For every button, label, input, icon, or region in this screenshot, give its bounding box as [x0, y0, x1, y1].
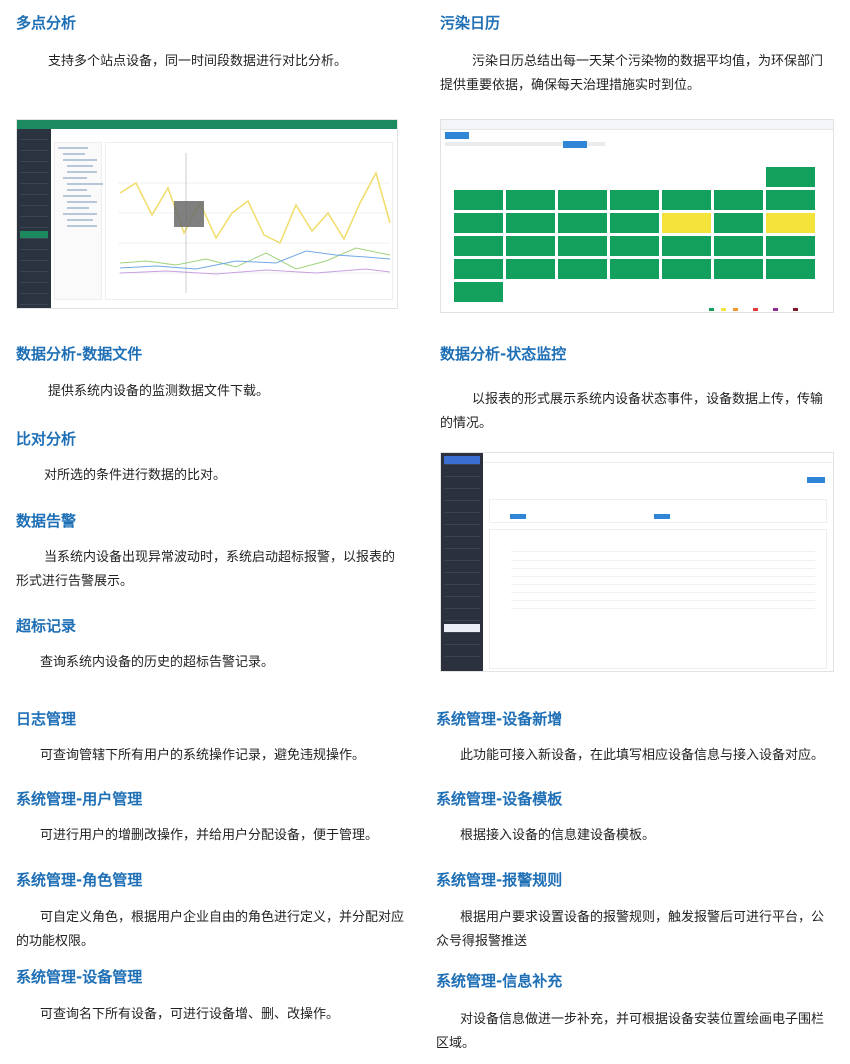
title-user-management: 系统管理-用户管理: [16, 790, 143, 808]
calendar-day-cell: [765, 189, 816, 211]
title-device-management: 系统管理-设备管理: [16, 968, 143, 986]
title-pollution-calendar: 污染日历: [440, 14, 501, 32]
title-role-management: 系统管理-角色管理: [16, 871, 143, 889]
title-data-alarm: 数据告警: [16, 512, 77, 530]
text-device-management: 可查询名下所有设备，可进行设备增、删、改操作。: [40, 1007, 340, 1022]
title-status-monitor: 数据分析-状态监控: [440, 345, 567, 363]
title-compare-analysis: 比对分析: [16, 430, 77, 448]
chart-tooltip: [174, 201, 204, 227]
calendar-day-cell: [505, 212, 556, 234]
text-role-management: 可自定义角色，根据用户企业自由的角色进行定义，并分配对应的功能权限。: [16, 910, 405, 949]
text-device-template: 根据接入设备的信息建设备模板。: [460, 828, 656, 843]
multipoint-analysis-screenshot: [16, 119, 398, 309]
text-multipoint-analysis: 支持多个站点设备，同一时间段数据进行对比分析。: [48, 54, 348, 69]
export-button: [807, 477, 825, 483]
calendar-day-cell: [453, 235, 504, 257]
text-alarm-rules: 根据用户要求设置设备的报警规则，触发报警后可进行平台，公众号得报警推送: [436, 910, 825, 949]
calendar-day-cell: [609, 235, 660, 257]
calendar-day-cell: [609, 189, 660, 211]
title-device-add: 系统管理-设备新增: [436, 710, 563, 728]
text-data-alarm: 当系统内设备出现异常波动时，系统启动超标报警，以报表的形式进行告警展示。: [16, 550, 396, 589]
calendar-day-cell: [505, 235, 556, 257]
text-status-monitor: 以报表的形式展示系统内设备状态事件，设备数据上传，传输的情况。: [440, 392, 824, 431]
title-data-file: 数据分析-数据文件: [16, 345, 143, 363]
calendar-day-cell: [609, 212, 660, 234]
calendar-day-cell: [661, 212, 712, 234]
calendar-day-cell: [505, 189, 556, 211]
calendar-query-button: [563, 141, 587, 148]
text-compare-analysis: 对所选的条件进行数据的比对。: [44, 468, 227, 483]
text-data-file: 提供系统内设备的监测数据文件下载。: [48, 384, 270, 399]
calendar-day-cell: [453, 258, 504, 280]
calendar-day-cell: [557, 235, 608, 257]
calendar-legend: [709, 308, 819, 312]
station-tree: [54, 142, 103, 300]
title-device-template: 系统管理-设备模板: [436, 790, 563, 808]
calendar-day-cell: [557, 258, 608, 280]
calendar-day-cell: [713, 258, 764, 280]
status-table: [489, 529, 827, 669]
title-overlimit-record: 超标记录: [16, 617, 77, 635]
calendar-day-cell: [661, 235, 712, 257]
calendar-header: [441, 120, 833, 130]
title-multipoint-analysis: 多点分析: [16, 14, 77, 32]
calendar-day-cell: [661, 258, 712, 280]
text-info-supplement: 对设备信息做进一步补充，并可根据设备安装位置绘画电子围栏区域。: [436, 1012, 825, 1051]
pollution-calendar-screenshot: [440, 119, 834, 313]
text-overlimit-record: 查询系统内设备的历史的超标告警记录。: [40, 655, 275, 670]
calendar-day-cell: [453, 212, 504, 234]
filter-panel: [489, 499, 827, 523]
title-alarm-rules: 系统管理-报警规则: [436, 871, 563, 889]
calendar-day-cell: [765, 235, 816, 257]
calendar-day-cell: [453, 189, 504, 211]
calendar-day-cell: [713, 189, 764, 211]
status-monitor-screenshot: [440, 452, 834, 672]
calendar-tab-button: [445, 132, 469, 139]
calendar-day-cell: [609, 258, 660, 280]
multi-line-chart: [105, 142, 393, 300]
calendar-day-cell: [713, 235, 764, 257]
calendar-day-cell: [453, 281, 504, 303]
calendar-day-cell: [765, 166, 816, 188]
calendar-day-cell: [661, 189, 712, 211]
text-device-add: 此功能可接入新设备，在此填写相应设备信息与接入设备对应。: [460, 748, 825, 763]
text-user-management: 可进行用户的增删改操作，并给用户分配设备，便于管理。: [40, 828, 379, 843]
calendar-day-cell: [765, 212, 816, 234]
calendar-day-cell: [713, 212, 764, 234]
calendar-day-cell: [557, 212, 608, 234]
calendar-day-cell: [765, 258, 816, 280]
title-log-management: 日志管理: [16, 710, 77, 728]
title-info-supplement: 系统管理-信息补充: [436, 972, 563, 990]
text-log-management: 可查询管辖下所有用户的系统操作记录，避免违规操作。: [40, 748, 366, 763]
top-bar: [483, 453, 833, 463]
app-sidebar-dark: [441, 453, 483, 671]
text-pollution-calendar: 污染日历总结出每一天某个污染物的数据平均值，为环保部门提供重要依据，确保每天治理…: [440, 54, 824, 93]
app-sidebar: [17, 129, 51, 308]
calendar-day-cell: [557, 189, 608, 211]
app-header-bar: [17, 120, 397, 129]
calendar-day-cell: [505, 258, 556, 280]
